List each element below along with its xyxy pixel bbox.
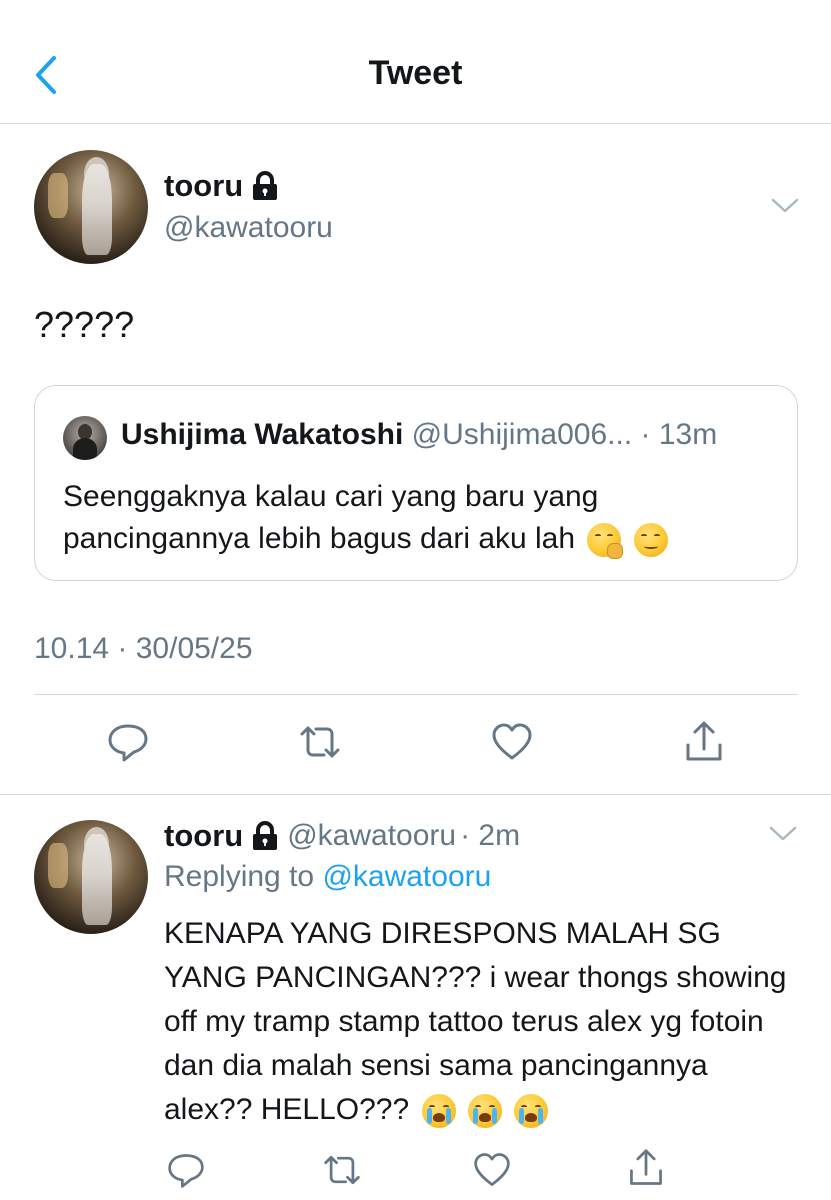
like-button[interactable] <box>468 1146 516 1194</box>
divider <box>34 694 798 695</box>
heart-icon <box>492 723 532 760</box>
hand-over-mouth-emoji <box>587 523 624 560</box>
reply-button[interactable] <box>162 1146 210 1194</box>
quoted-author-name: Ushijima Wakatoshi <box>121 418 404 451</box>
retweet-icon <box>300 726 340 758</box>
chevron-down-icon[interactable] <box>768 824 798 844</box>
retweet-button[interactable] <box>318 1146 366 1194</box>
reply-text: KENAPA YANG DIRESPONS MALAH SG YANG PANC… <box>164 912 804 1132</box>
lock-icon <box>253 821 278 850</box>
share-button[interactable] <box>680 718 728 766</box>
replying-to-label: Replying to <box>164 860 315 893</box>
loudly-crying-emoji <box>421 1094 456 1129</box>
retweet-icon <box>324 1155 360 1185</box>
reply-time: · 2m <box>460 819 521 852</box>
divider <box>0 794 831 795</box>
page-title: Tweet <box>368 54 463 92</box>
reply-author-avatar[interactable] <box>34 820 148 934</box>
loudly-crying-emoji <box>514 1094 549 1129</box>
quoted-author-handle: @Ushijima006... <box>411 418 633 451</box>
share-icon <box>630 1149 662 1185</box>
share-icon <box>686 721 722 761</box>
replying-to-line: Replying to @kawatooru <box>164 860 491 894</box>
quoted-tweet-body: Seenggaknya kalau cari yang baru yang pa… <box>63 480 599 555</box>
replying-to-handle[interactable]: @kawatooru <box>322 860 491 893</box>
relieved-face-emoji <box>633 523 668 558</box>
top-navigation-bar: Tweet <box>0 0 831 124</box>
lock-icon <box>253 171 278 200</box>
reply-icon <box>108 724 148 762</box>
quoted-tweet-text: Seenggaknya kalau cari yang baru yang pa… <box>63 476 783 560</box>
quoted-tweet-header: Ushijima Wakatoshi @Ushijima006... · 13m <box>121 418 717 452</box>
quoted-author-avatar <box>63 416 107 460</box>
retweet-button[interactable] <box>296 718 344 766</box>
reply-author-line: tooru @kawatooru · 2m <box>164 818 520 854</box>
author-avatar[interactable] <box>34 150 148 264</box>
reply-author-handle[interactable]: @kawatooru <box>287 819 456 853</box>
tweet-timestamp: 10.14 · 30/05/25 <box>34 632 253 665</box>
share-button[interactable] <box>622 1144 670 1192</box>
loudly-crying-emoji <box>467 1094 502 1129</box>
reply-author-name[interactable]: tooru <box>164 818 243 854</box>
like-button[interactable] <box>488 718 536 766</box>
heart-icon <box>474 1153 510 1186</box>
tweet-text: ????? <box>34 304 135 345</box>
reply-text-body: KENAPA YANG DIRESPONS MALAH SG YANG PANC… <box>164 917 787 1126</box>
quoted-tweet-time: · 13m <box>640 418 718 451</box>
reply-button[interactable] <box>104 718 152 766</box>
chevron-down-icon[interactable] <box>770 196 800 216</box>
reply-icon <box>168 1154 204 1188</box>
author-name-text: tooru <box>164 168 244 203</box>
quoted-tweet-card[interactable]: Ushijima Wakatoshi @Ushijima006... · 13m… <box>34 385 798 581</box>
author-handle[interactable]: @kawatooru <box>164 211 333 245</box>
author-name[interactable]: tooru <box>164 168 279 204</box>
